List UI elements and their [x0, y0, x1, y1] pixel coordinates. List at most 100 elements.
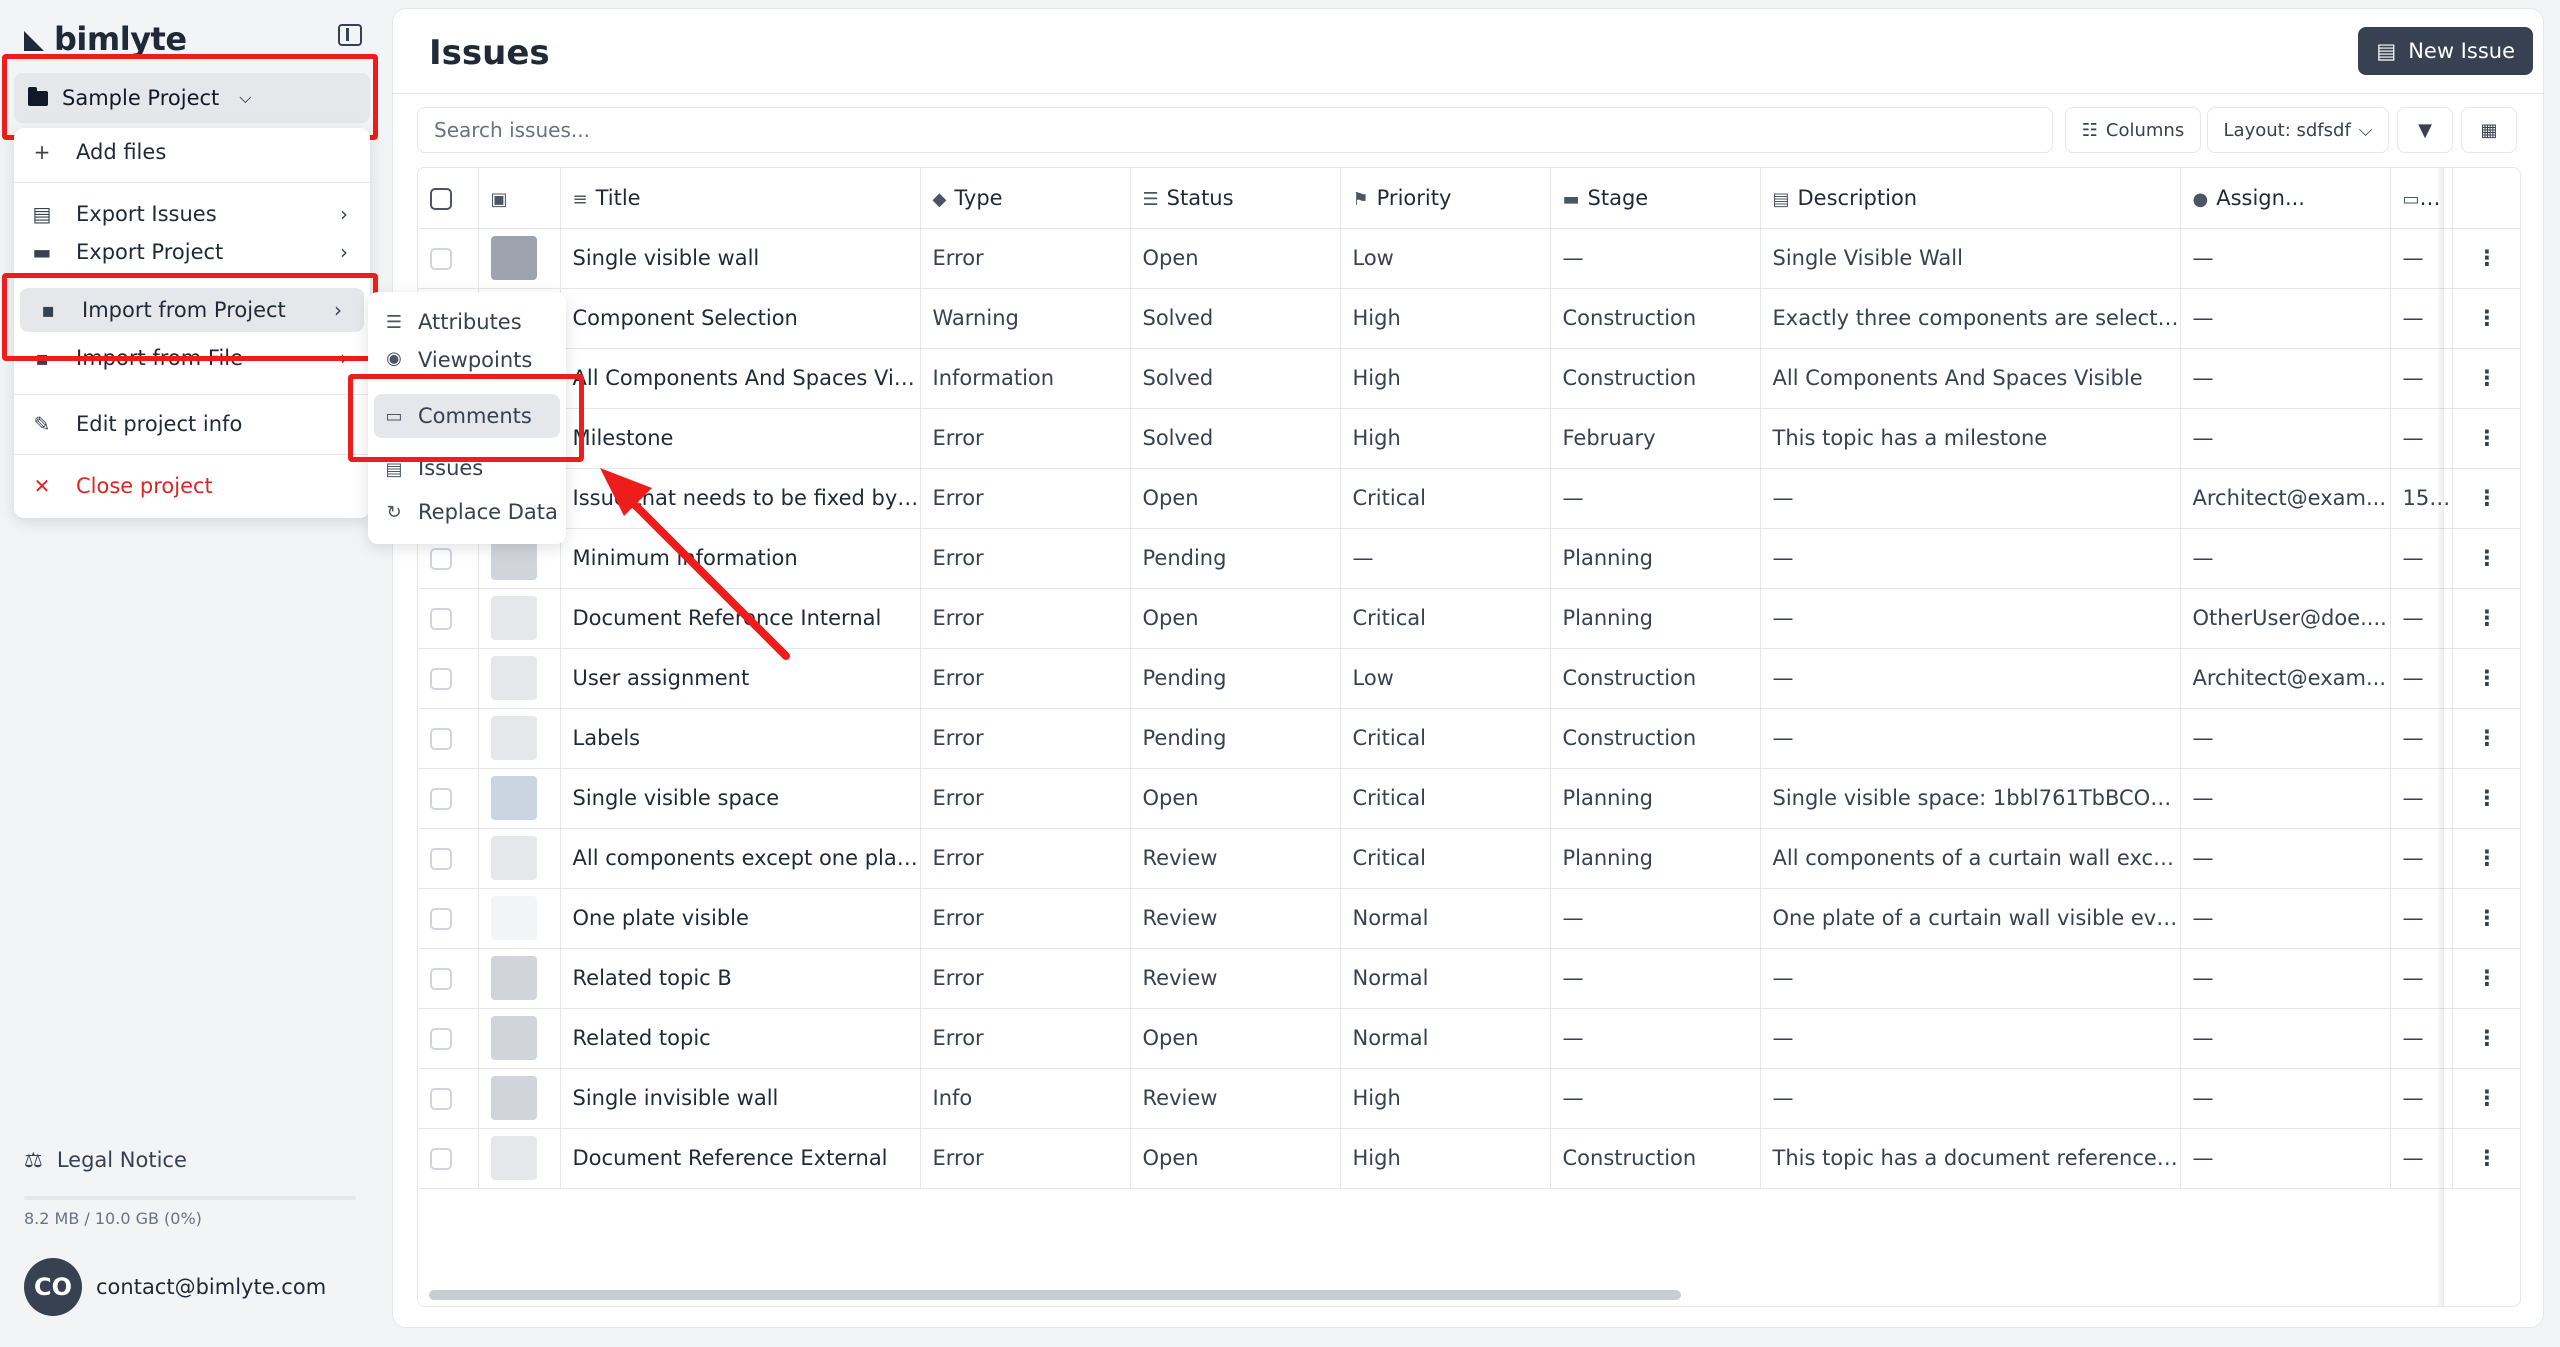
table-row[interactable]: Single visible space Error Open Critical Pla…: [418, 768, 2520, 829]
column-header-priority[interactable]: ⚑ Priority: [1340, 168, 1551, 229]
row-more-icon[interactable]: ⋮: [2452, 288, 2520, 349]
cell-status: Review: [1130, 828, 1341, 889]
column-header-assignee[interactable]: ● Assign...: [2180, 168, 2391, 229]
row-thumbnail[interactable]: [478, 828, 561, 889]
menu-item-edit-project-info[interactable]: ✎ Edit project info: [14, 402, 370, 446]
new-issue-button[interactable]: ▤ New Issue: [2358, 27, 2533, 75]
submenu-item-attributes[interactable]: ☰ Attributes: [368, 300, 566, 344]
row-more-icon[interactable]: ⋮: [2452, 468, 2520, 529]
cell-description: All components of a curtain wall except …: [1760, 828, 2181, 889]
row-thumbnail[interactable]: [478, 768, 561, 829]
row-more-icon[interactable]: ⋮: [2452, 888, 2520, 949]
menu-item-export-issues[interactable]: ▤ Export Issues ›: [14, 192, 370, 236]
horizontal-scrollbar[interactable]: [429, 1290, 1681, 1300]
cell-assignee: Architect@exam...: [2180, 468, 2391, 529]
row-checkbox[interactable]: [418, 828, 479, 889]
filter-button[interactable]: ▼: [2397, 107, 2453, 153]
actions-column-header: [2452, 168, 2520, 229]
row-more-icon[interactable]: ⋮: [2452, 588, 2520, 649]
row-thumbnail[interactable]: [478, 708, 561, 769]
cell-priority: Normal: [1340, 948, 1551, 1009]
table-row[interactable]: Related topic B Error Review Normal — — — — ⋮: [418, 948, 2520, 1009]
table-row[interactable]: User assignment Error Pending Low Constructi…: [418, 648, 2520, 709]
row-more-icon[interactable]: ⋮: [2452, 828, 2520, 889]
columns-button[interactable]: ☷ Columns: [2065, 107, 2201, 153]
table-row[interactable]: All components except one plate... Error R…: [418, 828, 2520, 889]
cell-title: One plate visible: [560, 888, 921, 949]
menu-item-add-files[interactable]: + Add files: [14, 130, 370, 174]
row-checkbox[interactable]: [418, 768, 479, 829]
row-checkbox[interactable]: [418, 588, 479, 649]
row-thumbnail[interactable]: [478, 228, 561, 289]
cell-stage: Planning: [1550, 768, 1761, 829]
cell-stage: —: [1550, 888, 1761, 949]
column-header-type[interactable]: ◆ Type: [920, 168, 1131, 229]
row-more-icon[interactable]: ⋮: [2452, 1068, 2520, 1129]
column-header-description[interactable]: ▤ Description: [1760, 168, 2181, 229]
submenu-item-replace-data[interactable]: ↻ Replace Data: [368, 490, 566, 534]
row-more-icon[interactable]: ⋮: [2452, 648, 2520, 709]
select-all-checkbox[interactable]: [418, 168, 479, 229]
user-account[interactable]: CO contact@bimlyte.com: [24, 1258, 326, 1316]
row-thumbnail[interactable]: [478, 948, 561, 1009]
cell-description: —: [1760, 648, 2181, 709]
table-row[interactable]: Component Selection Warning Solved High Cons…: [418, 288, 2520, 349]
table-row[interactable]: Document Reference Internal Error Open Crit…: [418, 588, 2520, 649]
app-logo[interactable]: bimlyte: [24, 20, 187, 58]
row-checkbox[interactable]: [418, 888, 479, 949]
sidebar-collapse-icon[interactable]: [338, 24, 362, 46]
row-checkbox[interactable]: [418, 1128, 479, 1189]
row-thumbnail[interactable]: [478, 1128, 561, 1189]
row-more-icon[interactable]: ⋮: [2452, 408, 2520, 469]
row-more-icon[interactable]: ⋮: [2452, 768, 2520, 829]
refresh-icon: ↻: [386, 501, 402, 523]
layout-select[interactable]: Layout: sdfsdf ⌵: [2207, 107, 2389, 153]
cell-status: Pending: [1130, 708, 1341, 769]
row-thumbnail[interactable]: [478, 1068, 561, 1129]
row-more-icon[interactable]: ⋮: [2452, 708, 2520, 769]
row-thumbnail[interactable]: [478, 1008, 561, 1069]
row-more-icon[interactable]: ⋮: [2452, 1128, 2520, 1189]
row-more-icon[interactable]: ⋮: [2452, 528, 2520, 589]
menu-item-close-project[interactable]: ✕ Close project: [14, 464, 370, 508]
table-row[interactable]: Related topic Error Open Normal — — — — ⋮: [418, 1008, 2520, 1069]
table-row[interactable]: One plate visible Error Review Normal — One p…: [418, 888, 2520, 949]
table-row[interactable]: Document Reference External Error Open High…: [418, 1128, 2520, 1189]
menu-item-export-project[interactable]: ▬ Export Project ›: [14, 240, 370, 270]
row-thumbnail[interactable]: [478, 648, 561, 709]
row-checkbox[interactable]: [418, 708, 479, 769]
cell-priority: High: [1340, 288, 1551, 349]
row-checkbox[interactable]: [418, 1068, 479, 1129]
table-row[interactable]: Minimum information Error Pending — Planning…: [418, 528, 2520, 589]
row-more-icon[interactable]: ⋮: [2452, 1008, 2520, 1069]
table-row[interactable]: All Components And Spaces Visi... Informa…: [418, 348, 2520, 409]
column-header-stage[interactable]: ▬ Stage: [1550, 168, 1761, 229]
row-more-icon[interactable]: ⋮: [2452, 948, 2520, 1009]
view-toggle-button[interactable]: ▦: [2461, 107, 2517, 153]
column-header-status[interactable]: ☰ Status: [1130, 168, 1341, 229]
cell-priority: Normal: [1340, 1008, 1551, 1069]
legal-notice-link[interactable]: ⚖ Legal Notice: [24, 1148, 187, 1172]
table-row[interactable]: Single invisible wall Info Review High — — — — ⋮: [418, 1068, 2520, 1129]
row-checkbox[interactable]: [418, 648, 479, 709]
submenu-item-viewpoints[interactable]: ◉ Viewpoints: [368, 348, 566, 374]
logo-icon: [24, 27, 48, 51]
row-checkbox[interactable]: [418, 228, 479, 289]
cell-status: Open: [1130, 588, 1341, 649]
table-row[interactable]: Milestone Error Solved High February This top…: [418, 408, 2520, 469]
row-more-icon[interactable]: ⋮: [2452, 228, 2520, 289]
menu-divider: [14, 182, 370, 183]
row-thumbnail[interactable]: [478, 888, 561, 949]
row-thumbnail[interactable]: [478, 588, 561, 649]
row-checkbox[interactable]: [418, 948, 479, 1009]
row-more-icon[interactable]: ⋮: [2452, 348, 2520, 409]
table-row[interactable]: Labels Error Pending Critical Construction — —…: [418, 708, 2520, 769]
table-row[interactable]: Single visible wall Error Open Low — Single V…: [418, 228, 2520, 289]
table-row[interactable]: Issue that needs to be fixed by a ... Err…: [418, 468, 2520, 529]
column-header-title[interactable]: ≡ Title: [560, 168, 921, 229]
document-icon: ▤: [385, 459, 403, 480]
document-icon: ▤: [2376, 39, 2397, 63]
row-checkbox[interactable]: [418, 1008, 479, 1069]
calendar-icon: ▭: [2402, 188, 2420, 210]
search-input[interactable]: Search issues...: [417, 107, 2053, 153]
